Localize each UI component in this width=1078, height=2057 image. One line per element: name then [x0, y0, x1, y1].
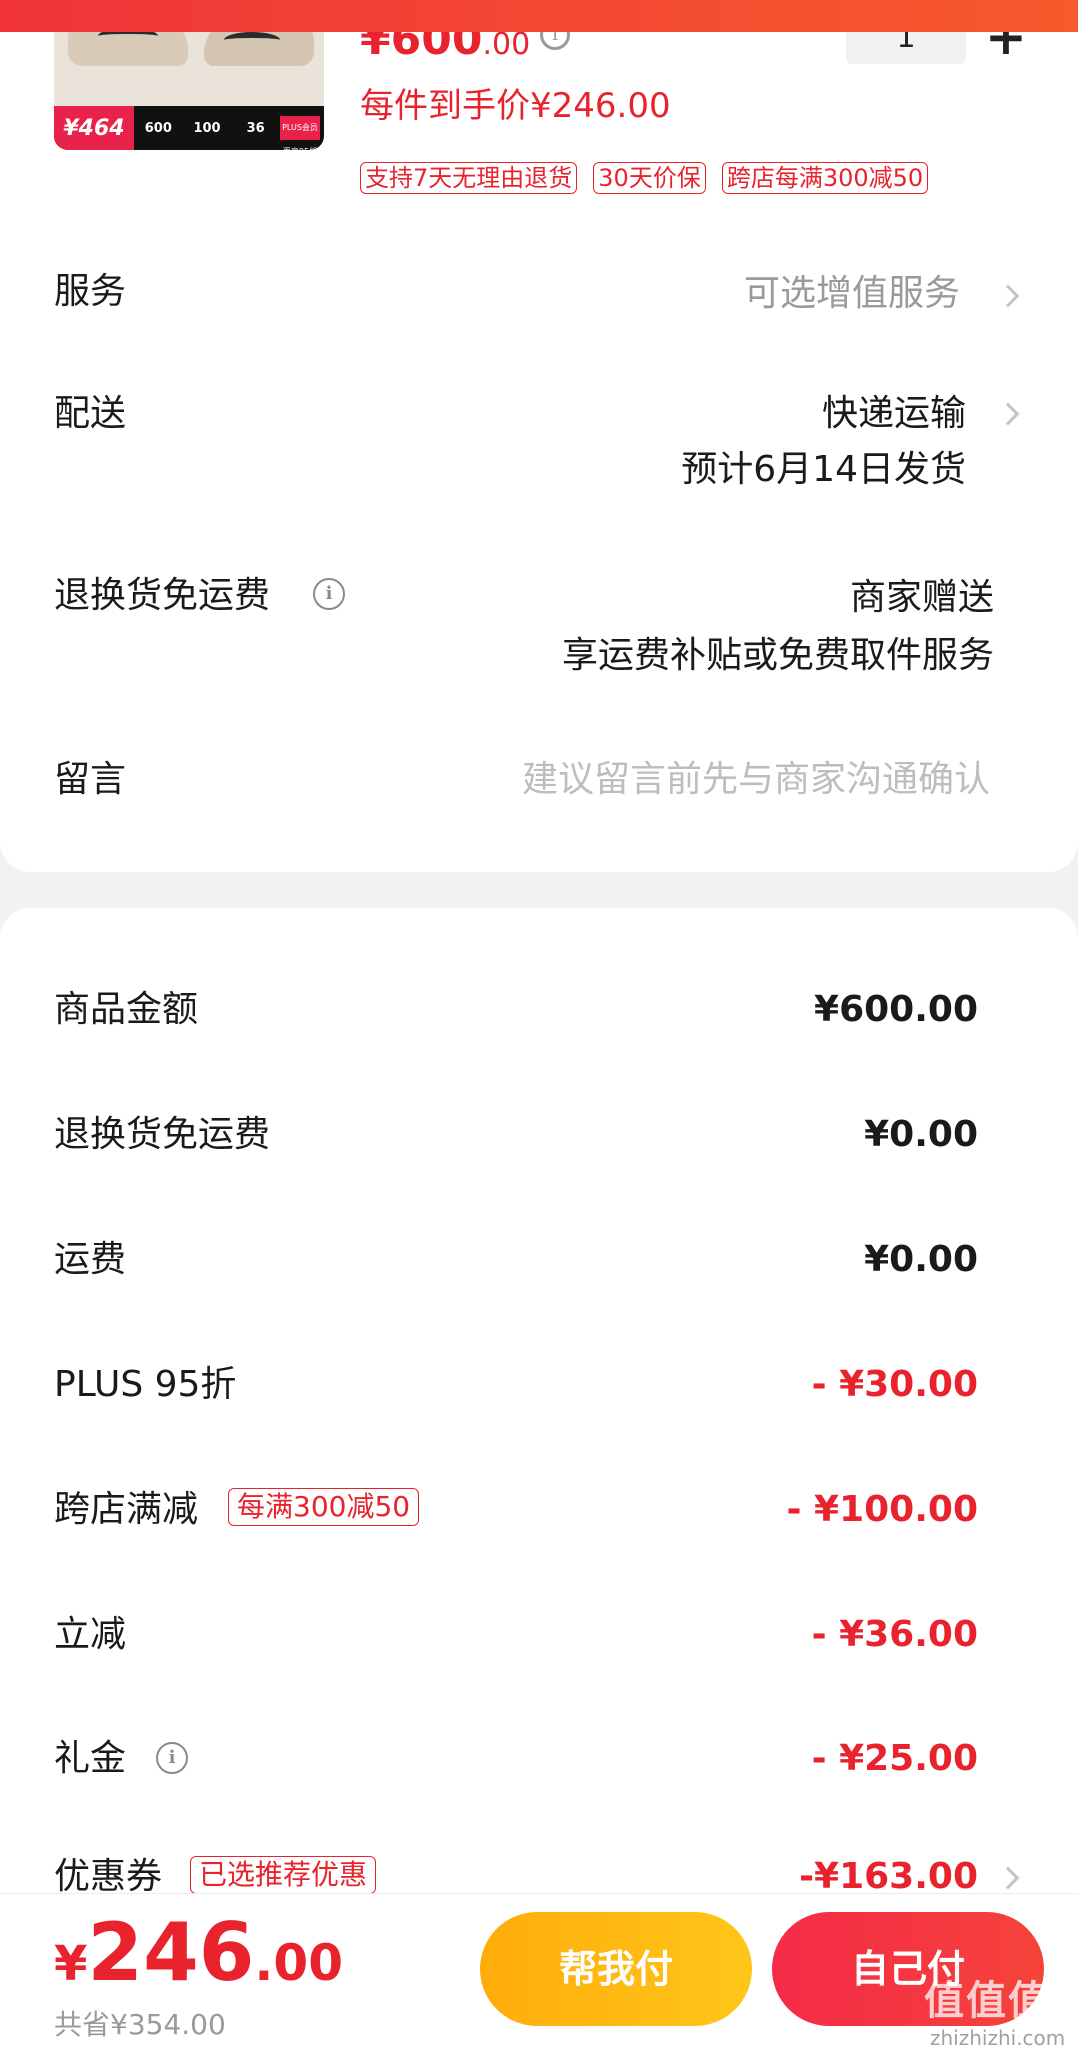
shipping-label: 运费 — [54, 1239, 127, 1280]
top-gradient-bar — [0, 0, 1078, 32]
total-price: ¥246.00 — [54, 1908, 343, 2020]
delivery-value[interactable]: 快递运输 — [822, 392, 966, 436]
total-integer: 246 — [87, 1906, 255, 1999]
message-input[interactable]: 建议留言前先与商家沟通确认 — [522, 758, 990, 802]
return-shipping-detail: 享运费补贴或免费取件服务 — [561, 635, 994, 676]
info-icon[interactable]: i — [156, 1742, 188, 1774]
cross-store-value: - ¥100.00 — [786, 1489, 978, 1530]
help-pay-button[interactable]: 帮我付 — [480, 1912, 752, 2026]
tag-7day-return: 支持7天无理由退货 — [360, 162, 578, 194]
return-free-label: 退换货免运费 — [54, 1114, 271, 1155]
cross-store-tag: 每满300减50 — [228, 1488, 420, 1526]
delivery-label: 配送 — [54, 393, 127, 434]
total-decimal: .00 — [254, 1934, 343, 1992]
tag-price-protect: 30天价保 — [593, 162, 706, 194]
instant-discount-value: - ¥36.00 — [811, 1614, 978, 1655]
plus-discount-label: PLUS 95折 — [54, 1364, 237, 1405]
instant-discount-label: 立减 — [54, 1614, 127, 1655]
thumbnail-cell: 100 — [193, 120, 221, 136]
cross-store-label: 跨店满减 — [54, 1489, 199, 1530]
message-label: 留言 — [54, 759, 127, 800]
goods-amount-value: ¥600.00 — [814, 989, 978, 1030]
tag-cross-store: 跨店每满300减50 — [721, 162, 929, 194]
product-tags: 支持7天无理由退货 30天价保 跨店每满300减50 — [360, 162, 929, 194]
service-value[interactable]: 可选增值服务 — [744, 272, 960, 316]
plus-discount-value: - ¥30.00 — [811, 1364, 978, 1405]
thumbnail-price-strip: ¥464 600 100 36 PLUS会员 再享95折 — [54, 106, 324, 150]
shipping-value: ¥0.00 — [864, 1239, 978, 1280]
total-currency: ¥ — [54, 1936, 88, 1992]
watermark-logo: 值值值 — [924, 1978, 1050, 2024]
total-saved: 共省¥354.00 — [54, 2008, 226, 2041]
return-shipping-label: 退换货免运费 — [54, 575, 271, 616]
thumbnail-final-price: ¥464 — [54, 106, 134, 150]
coupon-tag: 已选推荐优惠 — [190, 1856, 377, 1894]
thumbnail-plus-tag: PLUS会员 再享95折 — [280, 116, 321, 150]
gift-label: 礼金 — [54, 1738, 127, 1779]
product-price-decimal: .00 — [482, 27, 531, 62]
checkout-bar: ¥246.00 共省¥354.00 帮我付 自己付 — [0, 1893, 1078, 2057]
delivery-estimate: 预计6月14日发货 — [681, 449, 966, 490]
order-detail-card: ¥464 600 100 36 PLUS会员 再享95折 ¥600.00 i 1… — [0, 0, 1078, 872]
chevron-right-icon[interactable] — [996, 284, 1020, 308]
thumbnail-cell: 600 — [144, 120, 172, 136]
chevron-right-icon[interactable] — [996, 402, 1020, 426]
gift-value: - ¥25.00 — [811, 1738, 978, 1779]
info-icon[interactable]: i — [313, 578, 345, 610]
return-free-value: ¥0.00 — [864, 1114, 978, 1155]
thumbnail-cell: 36 — [246, 120, 265, 136]
per-item-price: 每件到手价¥246.00 — [360, 86, 671, 126]
service-label: 服务 — [54, 271, 127, 312]
goods-amount-label: 商品金额 — [54, 989, 199, 1030]
watermark-url: zhizhizhi.com — [930, 2026, 1066, 2050]
return-shipping-value: 商家赠送 — [849, 577, 994, 618]
